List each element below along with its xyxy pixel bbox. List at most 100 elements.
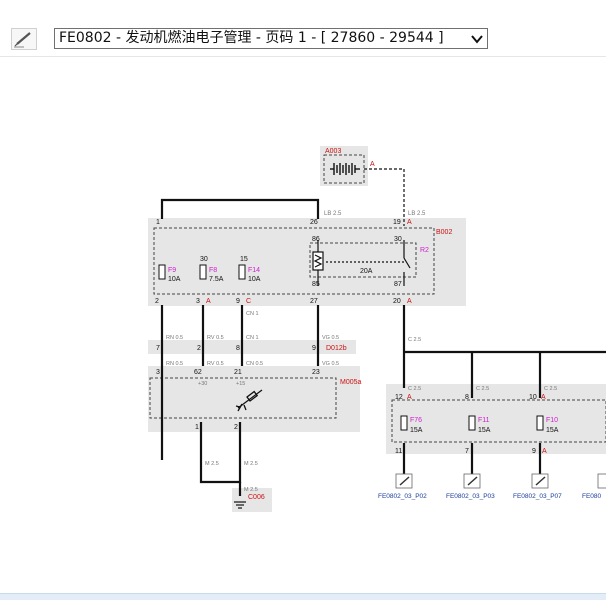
fuse-f10-rating: 15A — [546, 427, 559, 434]
fuse-f14-circuit: 15 — [240, 256, 248, 263]
wire-label-rn-2: RN 0.5 — [166, 361, 183, 367]
fuse-f10 — [536, 415, 544, 431]
fuse-f11 — [468, 415, 476, 431]
m005a-pin-23: 23 — [312, 369, 320, 376]
relay-pin-85: 85 — [312, 281, 320, 288]
pen-icon — [14, 32, 31, 48]
m005a-bpin-1: 1 — [195, 424, 199, 431]
b002-bpin-9: 9 — [236, 298, 240, 305]
a003-feed-wire — [364, 168, 405, 226]
b002-bpin-9-letter: C — [246, 298, 251, 305]
fuse-f76-label: F76 — [410, 417, 422, 424]
wire-label-lb-2: LB 2.5 — [408, 211, 426, 217]
link-p07-text: FE0802_03_P07 — [513, 493, 562, 500]
d012b-label: D012b — [326, 345, 347, 352]
fuse-f14-rating: 10A — [248, 276, 261, 283]
link-p03-text: FE0802_03_P03 — [446, 493, 495, 500]
fuse-f10-label: F10 — [546, 417, 558, 424]
b002-label: B002 — [436, 229, 452, 236]
wire-label-c25: C 2.5 — [408, 337, 421, 343]
wire-label-vg-2: VG 0.5 — [322, 361, 339, 367]
right-pin-10: 10 — [529, 394, 537, 401]
right-bpin-7: 7 — [465, 448, 469, 455]
a003-pin-label: A — [370, 161, 375, 168]
link-partial[interactable]: FE080 — [582, 473, 606, 500]
right-pin-10-letter: A — [541, 394, 546, 401]
m005a-term-30: +30 — [198, 381, 207, 387]
d012b-pin-8: 8 — [236, 345, 240, 352]
wire-label-m-2: M 2.5 — [244, 461, 258, 467]
a003-label: A003 — [325, 148, 341, 155]
fuse-f11-rating: 15A — [478, 427, 491, 434]
link-p07[interactable]: FE0802_03_P07 — [513, 473, 562, 500]
wire-label-c25-b3: C 2.5 — [544, 386, 557, 392]
d012b-pin-9: 9 — [312, 345, 316, 352]
toolbar-separator — [0, 56, 606, 57]
fuse-f9-label: F9 — [168, 267, 176, 274]
wire-label-cn05: CN 0.5 — [246, 361, 263, 367]
bottom-strip — [0, 593, 606, 600]
b002-pin-19-letter: A — [407, 219, 412, 226]
m005a-pin-21: 21 — [234, 369, 242, 376]
fuse-f14-label: F14 — [248, 267, 260, 274]
toolbar: FE0802 - 发动机燃油电子管理 - 页码 1 - [ 27860 - 29… — [0, 0, 606, 60]
right-bpin-9-letter: A — [542, 448, 547, 455]
wiring-diagram-svg: A003 A 1 26 19 LB 2.5 LB 2.5 86 30 85 87… — [148, 146, 606, 512]
wire-label-m-1: M 2.5 — [205, 461, 219, 467]
fuse-f76 — [400, 415, 408, 431]
b002-bpin-20-letter: A — [407, 298, 412, 305]
page-selector[interactable]: FE0802 - 发动机燃油电子管理 - 页码 1 - [ 27860 - 29… — [54, 28, 488, 49]
m005a-pin-3: 3 — [156, 369, 160, 376]
b002-bpin-3: 3 — [196, 298, 200, 305]
wire-label-rv: RV 0.5 — [207, 335, 224, 341]
b002-bpin-20: 20 — [393, 298, 401, 305]
d012b-pin-7: 7 — [156, 345, 160, 352]
wire-label-vg: VG 0.5 — [322, 335, 339, 341]
edit-button[interactable] — [11, 28, 37, 50]
chevron-down-icon — [471, 35, 483, 44]
ground-join-wire — [199, 478, 242, 484]
link-p02-text: FE0802_03_P02 — [378, 493, 427, 500]
relay-label: R2 — [420, 247, 429, 254]
relay-pin-30: 30 — [394, 236, 402, 243]
link-partial-text: FE080 — [582, 493, 602, 500]
wire-label-c25-b2: C 2.5 — [476, 386, 489, 392]
m005a-bpin-2: 2 — [234, 424, 238, 431]
page-selector-value: FE0802 - 发动机燃油电子管理 - 页码 1 - [ 27860 - 29… — [59, 30, 444, 46]
relay-rating: 20A — [360, 268, 373, 275]
fuse-f76-rating: 15A — [410, 427, 423, 434]
fuse-f8-label: F8 — [209, 267, 217, 274]
b002-pin-1: 1 — [156, 219, 160, 226]
d012b-pin-2: 2 — [197, 345, 201, 352]
m005a-label: M005a — [340, 379, 362, 386]
relay-pin-87: 87 — [394, 281, 402, 288]
b002-bpin-27: 27 — [310, 298, 318, 305]
right-pin-12-letter: A — [407, 394, 412, 401]
fuse-f8-rating: 7.5A — [209, 276, 224, 283]
fuse-f11-label: F11 — [478, 417, 490, 424]
fuse-f9 — [158, 264, 166, 280]
link-p03[interactable]: FE0802_03_P03 — [446, 473, 495, 500]
right-bpin-11: 11 — [395, 448, 402, 455]
fuse-f8 — [199, 264, 207, 280]
b002-bpin-2: 2 — [155, 298, 159, 305]
b002-pin-19: 19 — [393, 219, 401, 226]
wire-label-cn1-upper: CN 1 — [246, 311, 259, 317]
m005a-pin-62: 62 — [194, 369, 202, 376]
right-pin-12: 12 — [395, 394, 403, 401]
b002-bpin-3-letter: A — [206, 298, 211, 305]
link-p02[interactable]: FE0802_03_P02 — [378, 473, 427, 500]
wire-label-rn: RN 0.5 — [166, 335, 183, 341]
wire-label-cn1: CN 1 — [246, 335, 259, 341]
right-pin-8: 8 — [465, 394, 469, 401]
fuse-f8-circuit: 30 — [200, 256, 208, 263]
wire-label-lb-1: LB 2.5 — [324, 211, 342, 217]
d012b-connector-bg — [148, 340, 356, 354]
wiring-diagram: A003 A 1 26 19 LB 2.5 LB 2.5 86 30 85 87… — [0, 60, 606, 593]
b002-module-bg — [148, 218, 466, 306]
fuse-f9-rating: 10A — [168, 276, 181, 283]
top-bus-wire — [160, 198, 320, 219]
wire-label-c25-b1: C 2.5 — [408, 386, 421, 392]
c006-label: C006 — [248, 494, 265, 501]
m005a-term-15: +15 — [236, 381, 245, 387]
